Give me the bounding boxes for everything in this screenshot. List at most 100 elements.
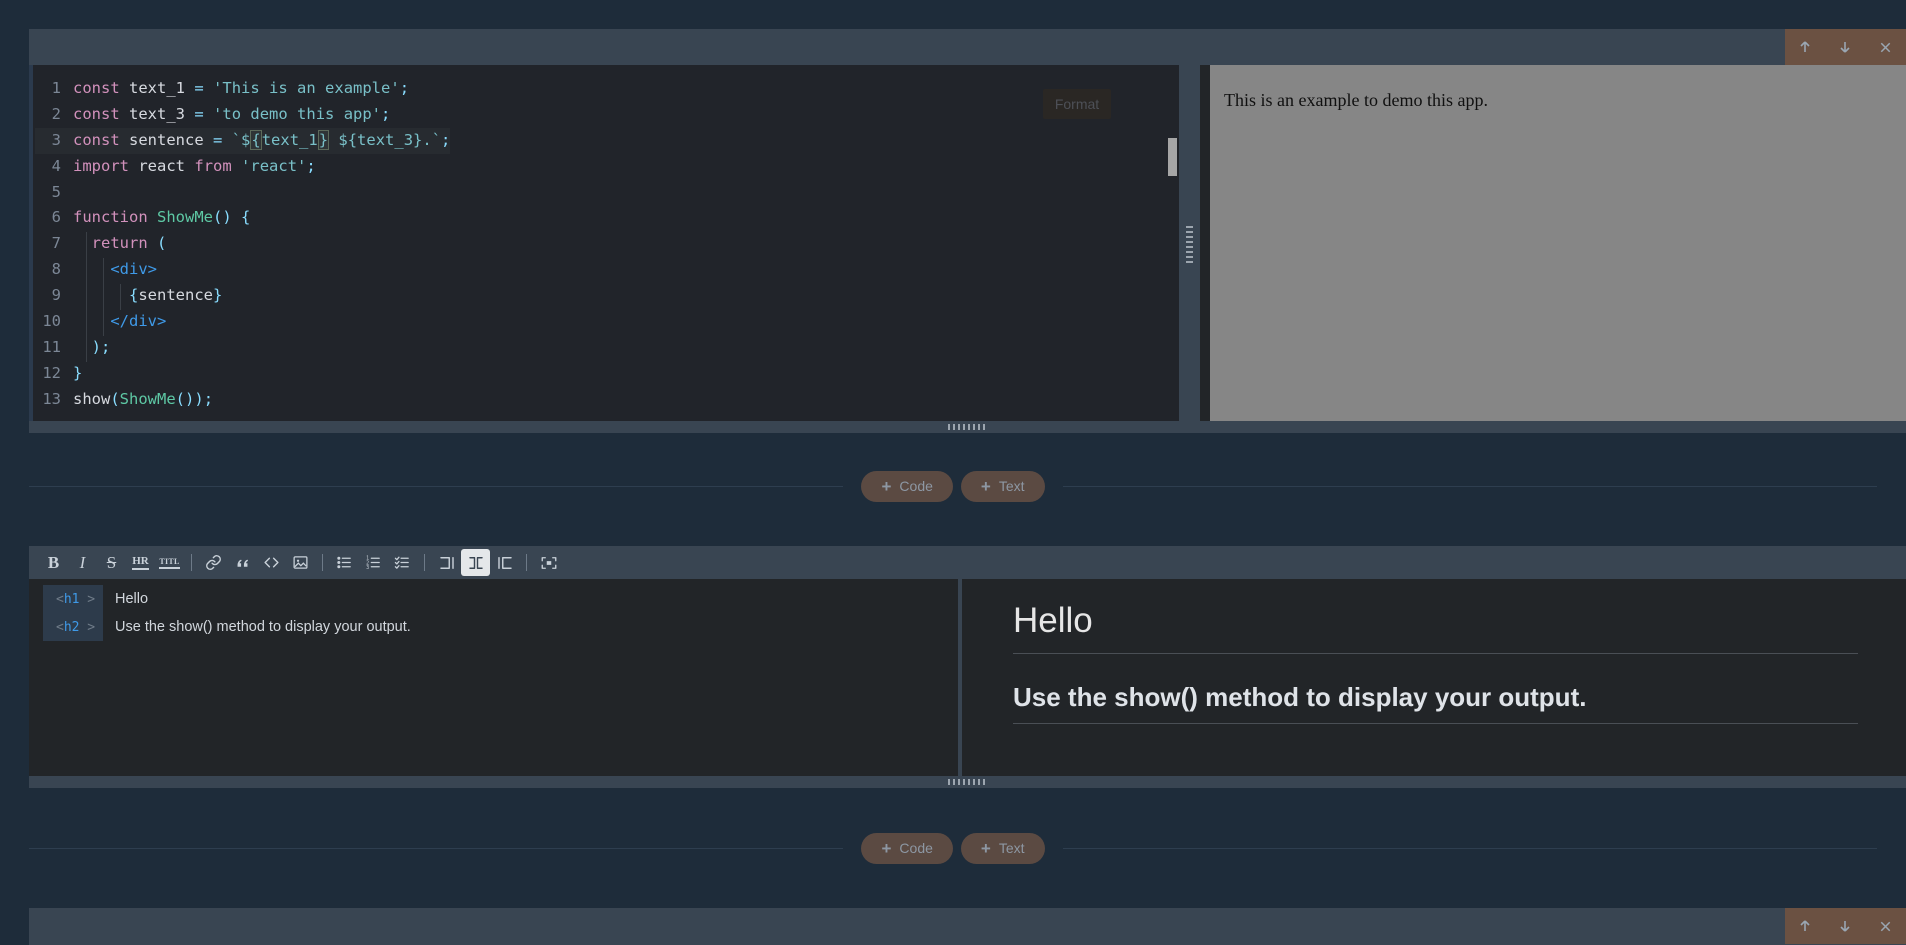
layout-preview-only-icon[interactable]	[490, 549, 519, 576]
next-cell-toolbar	[29, 908, 1906, 945]
code-token: sentence	[129, 130, 204, 149]
editor-scrollbar-thumb[interactable]	[1168, 138, 1177, 176]
code-line: 10 </div>	[35, 309, 450, 335]
delete-cell-button[interactable]	[1871, 32, 1901, 62]
markdown-source-line: <h1 > Hello	[43, 585, 411, 613]
editor-scrollbar[interactable]	[1165, 65, 1179, 427]
bullet-list-icon[interactable]	[330, 549, 359, 576]
markdown-tag-marker: <h2 >	[56, 620, 96, 635]
title-icon[interactable]: TITL	[155, 549, 184, 576]
add-code-cell-button[interactable]: + Code	[861, 470, 953, 502]
toolbar-separator	[322, 554, 323, 571]
arrow-up-icon	[1797, 918, 1813, 934]
code-token: return	[91, 234, 148, 253]
delete-cell-button-2[interactable]	[1871, 911, 1901, 941]
italic-icon[interactable]: I	[68, 549, 97, 576]
bold-icon[interactable]: B	[39, 549, 68, 576]
toolbar-separator	[424, 554, 425, 571]
code-token: `$	[231, 130, 251, 149]
code-editor[interactable]: 1 const text_1 = 'This is an example'; 2 co…	[29, 65, 1179, 427]
markdown-source-line: <h2 > Use the show() method to display yo…	[43, 613, 411, 641]
add-code-label: Code	[899, 840, 933, 856]
preview-heading-2: Use the show() method to display your ou…	[1013, 682, 1858, 724]
code-cell-bottom-resizer[interactable]	[29, 421, 1906, 433]
markdown-line-text: Hello	[115, 591, 149, 607]
strikethrough-icon[interactable]: S	[97, 549, 126, 576]
add-code-cell-button-bottom[interactable]: + Code	[861, 832, 953, 864]
code-token: ()	[175, 389, 195, 408]
quote-icon[interactable]	[228, 549, 257, 576]
horizontal-rule-icon[interactable]: HR	[126, 549, 155, 576]
line-number: 3	[51, 130, 61, 149]
line-number: 8	[51, 260, 61, 279]
move-cell-up-button[interactable]	[1790, 32, 1820, 62]
markdown-cell: B I S HR TITL 1 2 3 <h1 > Hello <h2 > Use the show…	[29, 546, 1906, 776]
svg-text:3: 3	[366, 565, 369, 571]
layout-split-icon[interactable]	[461, 549, 490, 576]
code-token: =	[194, 79, 204, 97]
line-number: 10	[42, 312, 61, 331]
line-number: 4	[51, 156, 61, 175]
code-token: (	[157, 234, 167, 253]
link-icon[interactable]	[199, 549, 228, 576]
add-text-label: Text	[998, 840, 1025, 856]
close-icon	[1878, 40, 1893, 55]
code-cell: 1 const text_1 = 'This is an example'; 2 co…	[29, 29, 1906, 427]
code-token: text_3	[129, 104, 186, 123]
markdown-cell-bottom-resizer[interactable]	[29, 776, 1906, 788]
task-list-icon[interactable]	[388, 549, 417, 576]
add-text-label: Text	[998, 478, 1025, 494]
markdown-source-editor[interactable]: <h1 > Hello <h2 > Use the show() method to …	[29, 579, 958, 776]
code-token: ()	[213, 208, 232, 227]
code-cell-actions	[1785, 29, 1906, 65]
move-cell-down-button-2[interactable]	[1830, 911, 1860, 941]
add-code-label: Code	[899, 478, 933, 494]
code-line: 13 show(ShowMe());	[35, 387, 450, 413]
code-token: ;	[203, 389, 214, 408]
code-line: 11 );	[35, 335, 450, 361]
code-token: ShowMe	[157, 208, 213, 227]
line-number: 9	[51, 286, 61, 305]
code-token: {	[129, 286, 139, 305]
layout-editor-only-icon[interactable]	[432, 549, 461, 576]
move-cell-down-button[interactable]	[1830, 32, 1860, 62]
ordered-list-icon[interactable]: 123	[359, 549, 388, 576]
fullscreen-icon[interactable]	[534, 549, 563, 576]
close-icon	[1878, 919, 1893, 934]
code-output-vertical-splitter[interactable]	[1179, 65, 1200, 427]
add-text-cell-button[interactable]: + Text	[960, 470, 1045, 502]
markdown-line-text: Use the show() method to display your ou…	[115, 619, 411, 635]
code-line: 4 import react from 'react';	[35, 154, 450, 180]
code-token: ;	[441, 130, 451, 149]
move-cell-up-button-2[interactable]	[1790, 911, 1820, 941]
notebook-app: 1 const text_1 = 'This is an example'; 2 co…	[0, 0, 1906, 945]
code-token: const	[73, 130, 120, 149]
code-line: 7 return (	[35, 231, 450, 257]
line-number: 13	[42, 389, 61, 408]
preview-heading-1: Hello	[1013, 601, 1858, 654]
image-icon[interactable]	[286, 549, 315, 576]
code-icon[interactable]	[257, 549, 286, 576]
arrow-up-icon	[1797, 39, 1813, 55]
format-button[interactable]: Format	[1043, 89, 1111, 119]
code-token: (	[110, 389, 120, 408]
code-token: }	[213, 286, 223, 305]
code-line: 6 function ShowMe() {	[35, 205, 450, 231]
code-token: =	[213, 130, 223, 149]
add-cell-bar-top: + Code + Text	[0, 468, 1906, 504]
code-token: react	[138, 156, 186, 175]
output-text: This is an example to demo this app.	[1224, 90, 1488, 110]
code-line: 3 const sentence = `${text_1} ${text_3}.`…	[35, 127, 451, 154]
add-text-cell-button-bottom[interactable]: + Text	[960, 832, 1045, 864]
drag-grip-icon	[1186, 226, 1193, 266]
